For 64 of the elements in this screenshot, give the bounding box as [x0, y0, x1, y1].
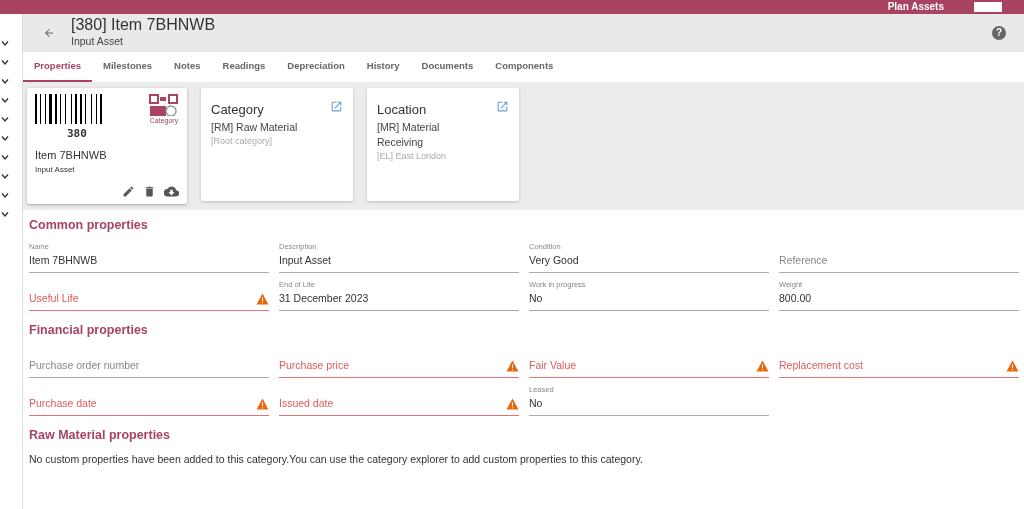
input-field[interactable]: Issued date [279, 393, 506, 415]
page-subtitle: Input Asset [71, 33, 124, 49]
asset-name: Item 7BHNWB [35, 148, 108, 163]
chevron-icon[interactable] [1, 97, 9, 103]
tab[interactable]: Documents [410, 52, 485, 82]
input-field[interactable]: No [529, 393, 769, 415]
input-field[interactable]: Item 7BHNWB [29, 251, 269, 272]
chevron-icon[interactable] [1, 40, 9, 46]
logo-icon [974, 2, 1002, 12]
input-field[interactable]: Replacement cost [779, 355, 1006, 377]
delete-icon[interactable] [143, 185, 156, 198]
chevron-icon[interactable] [1, 173, 9, 179]
warning-icon [256, 398, 269, 411]
warning-icon [256, 293, 269, 306]
warning-icon [1006, 360, 1019, 373]
chevron-icon[interactable] [1, 154, 9, 160]
tab[interactable]: Milestones [92, 52, 164, 82]
open-external-icon[interactable] [496, 100, 509, 113]
app-title: Plan Assets [887, 2, 944, 12]
chevron-icon[interactable] [1, 78, 9, 84]
tab[interactable]: Depreciation [276, 52, 356, 82]
tab[interactable]: Notes [163, 52, 212, 82]
tab[interactable]: History [355, 52, 411, 82]
tab[interactable]: Readings [211, 52, 277, 82]
card-detail: [EL] East London [377, 149, 448, 163]
page-title: [380] Item 7BHNWB [71, 16, 217, 34]
asset-type: Input Asset [35, 163, 76, 176]
input-field[interactable]: Useful Life [29, 289, 256, 310]
input-field[interactable]: No [529, 289, 769, 310]
chevron-icon[interactable] [1, 192, 9, 198]
chevron-icon[interactable] [1, 135, 9, 141]
card-detail: [Root category] [211, 134, 274, 148]
open-external-icon[interactable] [330, 100, 343, 113]
input-field[interactable]: Very Good [529, 251, 769, 272]
card-value: [MR] Material Receiving [377, 119, 441, 150]
section-title: Common properties [29, 217, 149, 234]
input-field[interactable]: Purchase order number [29, 355, 269, 377]
card-title: Location [377, 101, 428, 119]
qr-code-icon [149, 94, 179, 116]
edit-icon[interactable] [122, 185, 135, 198]
input-field[interactable]: Input Asset [279, 251, 519, 272]
back-arrow-icon[interactable] [43, 27, 55, 39]
input-field[interactable]: Purchase date [29, 393, 256, 415]
section-title: Financial properties [29, 321, 149, 339]
info-message: No custom properties have been added to this category.You can use the category explorer to add custom properties to this category. [29, 452, 644, 468]
tab[interactable]: Components [484, 52, 565, 82]
section-title: Raw Material properties [29, 426, 171, 444]
input-field[interactable]: 31 December 2023 [279, 289, 519, 310]
barcode-number: 380 [67, 128, 88, 139]
barcode-icon [35, 94, 103, 124]
cloud-download-icon[interactable] [164, 185, 179, 198]
card-value: [RM] Raw Material [211, 119, 298, 135]
help-button[interactable]: ? [992, 26, 1006, 40]
chevron-icon[interactable] [1, 116, 9, 122]
input-field[interactable]: Purchase price [279, 355, 506, 377]
warning-icon [506, 398, 519, 411]
input-field[interactable]: Fair Value [529, 355, 756, 377]
card-title: Category [211, 101, 265, 119]
warning-icon [756, 360, 769, 373]
chevron-icon[interactable] [1, 211, 9, 217]
warning-icon [506, 360, 519, 373]
input-field[interactable]: 800.00 [779, 289, 1019, 310]
input-field[interactable]: Reference [779, 251, 1019, 272]
chevron-icon[interactable] [1, 59, 9, 65]
